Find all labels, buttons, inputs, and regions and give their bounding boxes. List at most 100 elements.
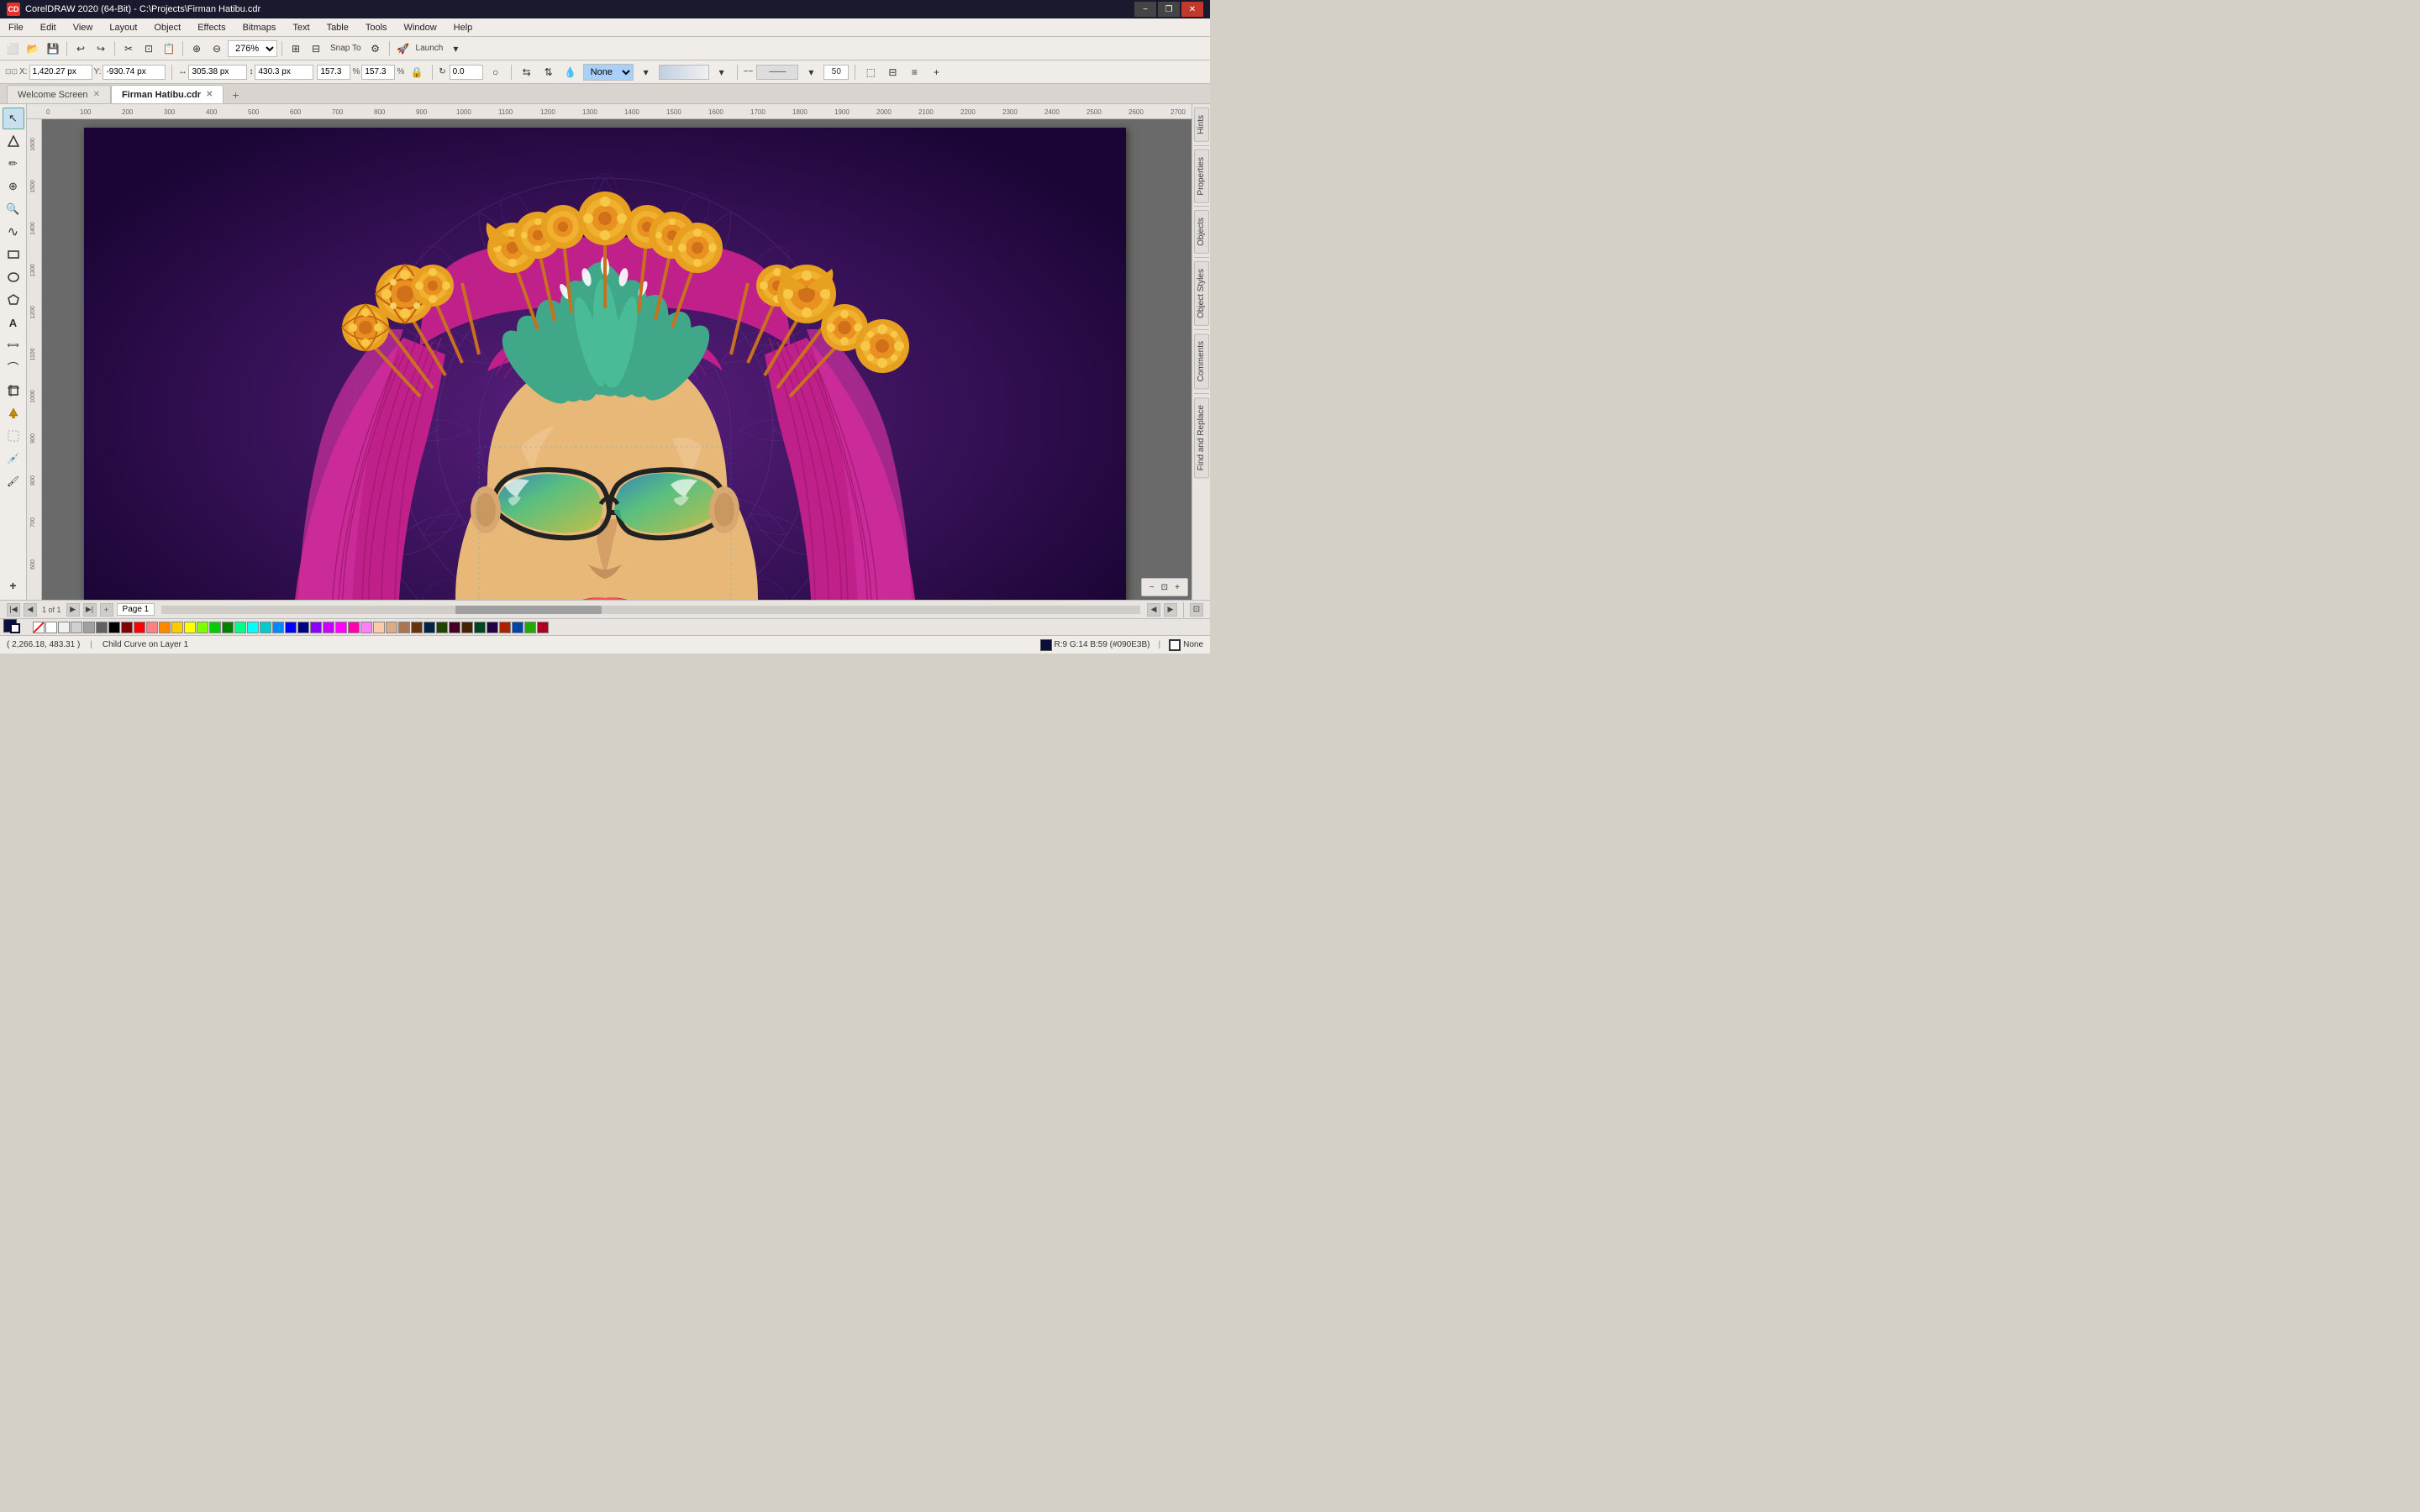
select-tool-btn[interactable]: ↖	[3, 108, 24, 129]
no-color-swatch[interactable]	[33, 622, 45, 633]
scroll-left-btn[interactable]: ◀	[1147, 603, 1160, 617]
copy-btn[interactable]: ⊡	[139, 39, 158, 58]
h-scrollbar-thumb[interactable]	[455, 606, 602, 614]
color-orange[interactable]	[159, 622, 171, 633]
lock-ratio-btn[interactable]: 🔒	[408, 63, 426, 81]
color-forestgreen[interactable]	[436, 622, 448, 633]
menu-tools[interactable]: Tools	[357, 18, 396, 36]
eyedropper-tool-btn[interactable]: 💉	[3, 448, 24, 470]
add-tab-button[interactable]: +	[227, 87, 244, 103]
menu-window[interactable]: Window	[396, 18, 445, 36]
next-page-btn[interactable]: ▶	[66, 603, 80, 617]
options-btn[interactable]: ⚙	[366, 39, 385, 58]
properties-panel-tab[interactable]: Properties	[1194, 150, 1209, 203]
zoom-out-small[interactable]: −	[1145, 580, 1159, 594]
transparency-tool-btn[interactable]	[3, 425, 24, 447]
color-lightred[interactable]	[146, 622, 158, 633]
color-seafoam[interactable]	[234, 622, 246, 633]
curve-tool-btn[interactable]: ∿	[3, 221, 24, 243]
blend-tool-btn[interactable]: +	[3, 575, 24, 596]
first-page-btn[interactable]: |◀	[7, 603, 20, 617]
color-peach[interactable]	[373, 622, 385, 633]
ellipse-tool-btn[interactable]	[3, 266, 24, 288]
firman-tab-close[interactable]: ✕	[206, 90, 213, 99]
firman-hatibu-tab[interactable]: Firman Hatibu.cdr ✕	[111, 85, 224, 103]
stroke-color-box[interactable]	[10, 623, 20, 633]
flip-h-btn[interactable]: ⇆	[518, 63, 536, 81]
menu-view[interactable]: View	[65, 18, 102, 36]
menu-effects[interactable]: Effects	[189, 18, 234, 36]
scroll-right-btn[interactable]: ▶	[1164, 603, 1177, 617]
fill-dropdown[interactable]: None Solid Linear	[583, 64, 634, 81]
color-cornblue[interactable]	[272, 622, 284, 633]
snap-to-btn[interactable]: ⊟	[307, 39, 325, 58]
freehand-tool-btn[interactable]: ✏	[3, 153, 24, 175]
color-brown[interactable]	[398, 622, 410, 633]
menu-text[interactable]: Text	[284, 18, 318, 36]
h-input[interactable]	[255, 65, 313, 80]
menu-object[interactable]: Object	[145, 18, 189, 36]
color-darkred[interactable]	[121, 622, 133, 633]
minimize-button[interactable]: −	[1134, 2, 1156, 17]
color-medgray[interactable]	[83, 622, 95, 633]
color-skin[interactable]	[386, 622, 397, 633]
transform-tool-btn[interactable]: ⊕	[3, 176, 24, 197]
page-name[interactable]: Page 1	[117, 603, 155, 616]
scale-y-input[interactable]	[361, 65, 395, 80]
zoom-dropdown[interactable]: 276% 100% 200% 50%	[228, 40, 277, 57]
cut-btn[interactable]: ✂	[119, 39, 138, 58]
launch-dropdown[interactable]: ▾	[446, 39, 465, 58]
envelope-btn[interactable]: ⬚	[861, 63, 880, 81]
color-maroon[interactable]	[449, 622, 460, 633]
color-darkpurple[interactable]	[487, 622, 498, 633]
connector-tool-btn[interactable]: ⌒	[3, 357, 24, 379]
add-page-btn[interactable]: +	[100, 603, 113, 617]
zoom-in-small[interactable]: +	[1171, 580, 1184, 594]
open-btn[interactable]: 📂	[24, 39, 42, 58]
color-magenta[interactable]	[335, 622, 347, 633]
menu-table[interactable]: Table	[318, 18, 357, 36]
nudge-btn[interactable]: 💧	[561, 63, 580, 81]
color-crimson[interactable]	[537, 622, 549, 633]
color-darkbrown[interactable]	[411, 622, 423, 633]
color-darkbrown2[interactable]	[461, 622, 473, 633]
perspective-btn[interactable]: ⊟	[883, 63, 902, 81]
color-green[interactable]	[209, 622, 221, 633]
color-brightyellow[interactable]	[184, 622, 196, 633]
color-yellow[interactable]	[171, 622, 183, 633]
color-darkgray[interactable]	[96, 622, 108, 633]
text-tool-btn[interactable]: A	[3, 312, 24, 333]
color-lightpink[interactable]	[360, 622, 372, 633]
restore-button[interactable]: ❐	[1158, 2, 1180, 17]
hints-panel-tab[interactable]: Hints	[1194, 108, 1209, 142]
paint-tool-btn[interactable]: 🖌	[3, 470, 24, 492]
close-button[interactable]: ✕	[1181, 2, 1203, 17]
y-input[interactable]	[103, 65, 166, 80]
menu-bitmaps[interactable]: Bitmaps	[234, 18, 285, 36]
line-arrow[interactable]: ▾	[802, 63, 820, 81]
x-input[interactable]	[29, 65, 92, 80]
scale-x-input[interactable]	[317, 65, 350, 80]
color-teal[interactable]	[474, 622, 486, 633]
snap-btn[interactable]: ⊞	[287, 39, 305, 58]
find-replace-panel-tab[interactable]: Find and Replace	[1194, 397, 1209, 478]
color-navyblue[interactable]	[424, 622, 435, 633]
canvas-viewport[interactable]: − ⊡ +	[42, 119, 1192, 600]
rectangle-tool-btn[interactable]	[3, 244, 24, 265]
welcome-tab-close[interactable]: ✕	[93, 90, 100, 99]
dimension-tool-btn[interactable]: ⟺	[3, 334, 24, 356]
undo-btn[interactable]: ↩	[71, 39, 90, 58]
redo-btn[interactable]: ↪	[92, 39, 110, 58]
color-darkblue[interactable]	[297, 622, 309, 633]
more-btn[interactable]: +	[927, 63, 945, 81]
line-style[interactable]: ——	[756, 65, 798, 80]
color-white[interactable]	[45, 622, 57, 633]
object-styles-panel-tab[interactable]: Object Styles	[1194, 261, 1209, 326]
color-hotpink[interactable]	[348, 622, 360, 633]
objects-panel-tab[interactable]: Objects	[1194, 210, 1209, 254]
polygon-tool-btn[interactable]	[3, 289, 24, 311]
menu-help[interactable]: Help	[445, 18, 481, 36]
flip-v-btn[interactable]: ⇅	[539, 63, 558, 81]
fill-arrow[interactable]: ▾	[637, 63, 655, 81]
color-leafgreen[interactable]	[524, 622, 536, 633]
